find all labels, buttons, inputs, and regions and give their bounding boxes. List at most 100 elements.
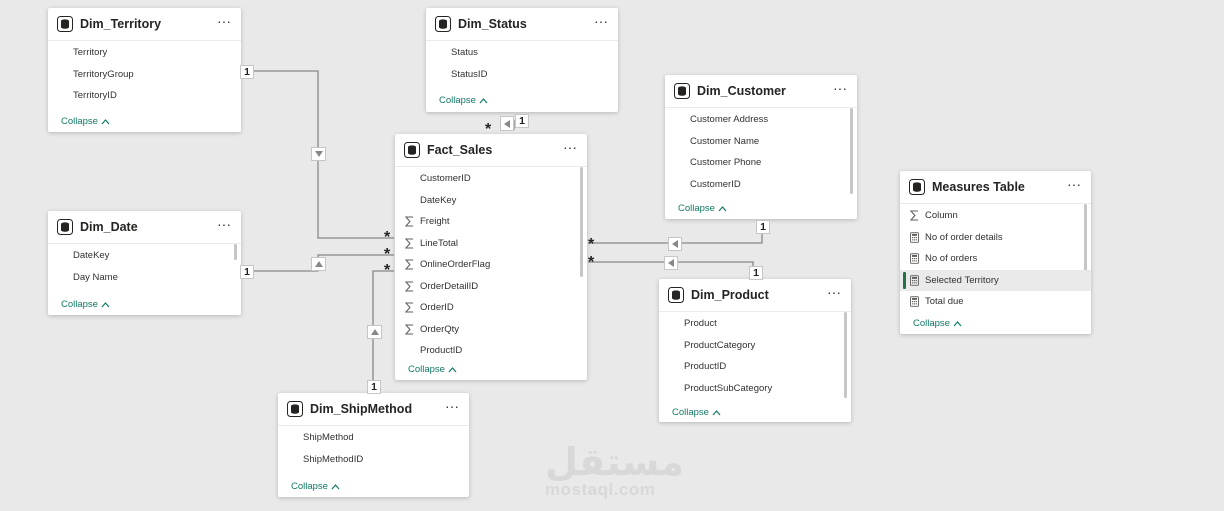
field-row[interactable]: Column [900,205,1091,227]
collapse-button[interactable]: Collapse [672,407,721,418]
field-label: StatusID [451,68,488,80]
field-row[interactable]: TerritoryID [48,85,241,107]
field-row[interactable]: Freight [395,211,587,233]
more-options-icon[interactable]: ··· [827,285,841,303]
field-row[interactable]: ProductID [659,356,851,378]
field-list: CustomerID DateKey Freight LineTotal OnlineO… [395,167,587,358]
chevron-up-icon [331,483,340,489]
chevron-up-icon [479,97,488,103]
more-options-icon[interactable]: ··· [217,14,231,32]
collapse-button[interactable]: Collapse [291,481,340,492]
table-header[interactable]: Measures Table ··· [900,171,1091,204]
filter-direction-left-icon[interactable] [664,256,678,270]
table-fact-sales[interactable]: Fact_Sales ··· CustomerID DateKey Freight L… [395,134,587,380]
filter-direction-up-icon[interactable] [367,325,382,339]
table-header[interactable]: Fact_Sales ··· [395,134,587,167]
field-row[interactable]: DateKey [48,245,241,267]
field-row[interactable]: StatusID [426,64,618,86]
table-measures[interactable]: Measures Table ··· Column No of order det… [900,171,1091,334]
rel-status-many[interactable]: * [485,122,491,138]
rel-customer-many[interactable]: * [588,237,594,253]
chevron-up-icon [448,366,457,372]
field-row[interactable]: TerritoryGroup [48,64,241,86]
filter-direction-up-icon[interactable] [311,257,326,271]
field-row[interactable]: Territory [48,42,241,64]
field-label: Total due [925,296,964,308]
field-row[interactable]: LineTotal [395,233,587,255]
field-row[interactable]: Customer Phone [665,152,857,174]
collapse-button[interactable]: Collapse [439,95,488,106]
rel-date-one[interactable]: 1 [240,265,254,279]
rel-territory-one[interactable]: 1 [240,65,254,79]
rel-status-one[interactable]: 1 [515,114,529,128]
field-row[interactable]: Day Name [48,267,241,289]
table-header[interactable]: Dim_Status ··· [426,8,618,41]
field-row[interactable]: Customer Name [665,131,857,153]
table-header[interactable]: Dim_Date ··· [48,211,241,244]
field-row[interactable]: No of order details [900,227,1091,249]
table-header[interactable]: Dim_Customer ··· [665,75,857,108]
field-row[interactable]: OrderID [395,297,587,319]
filter-direction-down-icon[interactable] [311,147,326,161]
more-options-icon[interactable]: ··· [445,399,459,417]
collapse-button[interactable]: Collapse [678,203,727,214]
table-dim-product[interactable]: Dim_Product ··· Product ProductCategory Pr… [659,279,851,422]
table-header[interactable]: Dim_Territory ··· [48,8,241,41]
field-row[interactable]: Status [426,42,618,64]
model-canvas[interactable]: Dim_Territory ··· Territory TerritoryGrou… [0,0,1224,511]
field-label: ProductID [420,345,463,357]
table-dim-customer[interactable]: Dim_Customer ··· Customer Address Custome… [665,75,857,219]
watermark-arabic: مستقل [545,440,684,484]
rel-territory-many[interactable]: * [384,230,390,246]
field-row[interactable]: CustomerID [665,174,857,196]
field-row[interactable]: OrderDetailID [395,276,587,298]
more-options-icon[interactable]: ··· [1067,177,1081,195]
field-row[interactable]: Total due [900,291,1091,312]
more-options-icon[interactable]: ··· [563,140,577,158]
table-footer: Collapse [659,401,851,423]
field-row[interactable]: OrderQty [395,319,587,341]
field-row[interactable]: DateKey [395,190,587,212]
field-row[interactable]: Selected Territory [900,269,1091,291]
table-title: Dim_Date [80,220,138,234]
rel-customer-one[interactable]: 1 [756,220,770,234]
table-dim-shipmethod[interactable]: Dim_ShipMethod ··· ShipMethod ShipMethodI… [278,393,469,497]
sigma-icon [404,302,414,314]
rel-date-many[interactable]: * [384,247,390,263]
rel-product-many[interactable]: * [588,255,594,271]
more-options-icon[interactable]: ··· [594,14,608,32]
more-options-icon[interactable]: ··· [833,81,847,99]
field-row[interactable]: ProductSubCategory [659,378,851,400]
field-label: Product [684,318,717,330]
chevron-up-icon [718,205,727,211]
more-options-icon[interactable]: ··· [217,217,231,235]
rel-shipmethod-one[interactable]: 1 [367,380,381,394]
rel-product-one[interactable]: 1 [749,266,763,280]
table-dim-status[interactable]: Dim_Status ··· Status StatusID Collapse [426,8,618,112]
field-row[interactable]: No of orders [900,248,1091,270]
collapse-button[interactable]: Collapse [913,318,962,329]
collapse-button[interactable]: Collapse [61,116,110,127]
table-title: Dim_Product [691,288,769,302]
filter-direction-left-icon[interactable] [668,237,682,251]
field-row[interactable]: ShipMethodID [278,449,469,471]
field-list: ShipMethod ShipMethodID [278,426,469,475]
table-header[interactable]: Dim_Product ··· [659,279,851,312]
field-row[interactable]: CustomerID [395,168,587,190]
collapse-button[interactable]: Collapse [408,364,457,375]
chevron-up-icon [101,118,110,124]
collapse-button[interactable]: Collapse [61,299,110,310]
table-dim-territory[interactable]: Dim_Territory ··· Territory TerritoryGrou… [48,8,241,132]
field-row[interactable]: ProductCategory [659,335,851,357]
field-label: CustomerID [690,178,741,190]
field-row[interactable]: OnlineOrderFlag [395,254,587,276]
rel-shipmethod-many[interactable]: * [384,263,390,279]
field-row[interactable]: ProductID [395,340,587,358]
filter-direction-left-icon[interactable] [500,116,514,131]
table-header[interactable]: Dim_ShipMethod ··· [278,393,469,426]
table-dim-date[interactable]: Dim_Date ··· DateKey Day Name Collapse [48,211,241,315]
field-row[interactable]: Product [659,313,851,335]
field-row[interactable]: ShipMethod [278,427,469,449]
field-row[interactable]: Customer Address [665,109,857,131]
table-icon [909,179,925,195]
